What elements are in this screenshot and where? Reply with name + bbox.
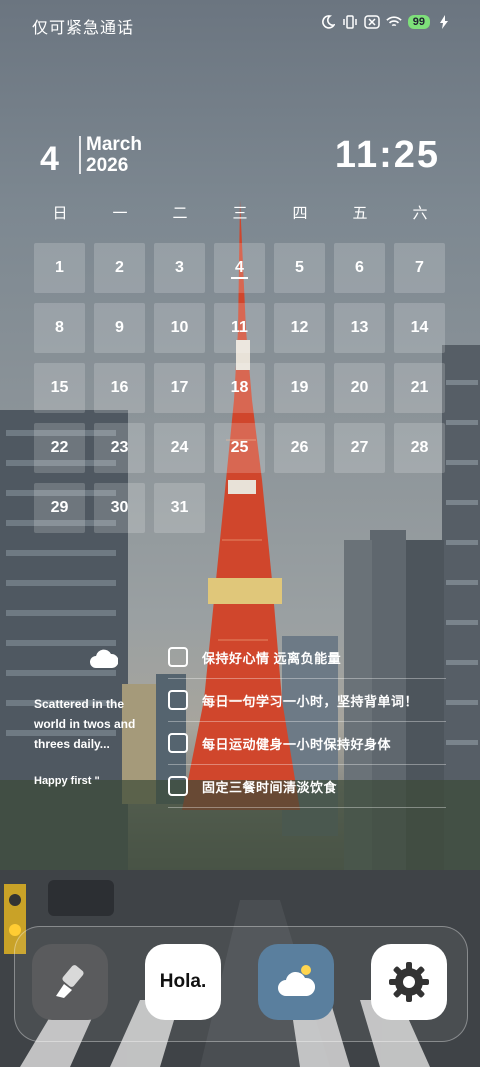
calendar-day[interactable]: 14 [394,303,445,353]
calendar-day[interactable]: 20 [334,363,385,413]
calendar-day[interactable]: 7 [394,243,445,293]
weather-app-button[interactable] [258,944,334,1020]
calendar-day[interactable]: 22 [34,423,85,473]
calendar-day[interactable]: 8 [34,303,85,353]
calendar-day[interactable]: 23 [94,423,145,473]
calendar-day[interactable]: 11 [214,303,265,353]
calendar-day[interactable]: 2 [94,243,145,293]
sim-off-icon [364,14,380,30]
weather-note-text: Scattered in the world in twos and three… [34,697,136,751]
todo-text: 每日一句学习一小时，坚持背单词！ [202,693,419,709]
settings-app-button[interactable] [371,944,447,1020]
date-day: 4 [40,140,59,178]
calendar-day[interactable]: 6 [334,243,385,293]
todo-item[interactable]: 固定三餐时间清淡饮食 [168,765,446,808]
weekday-label: 一 [112,205,128,222]
cloud-icon [88,646,119,675]
calendar-day[interactable]: 25 [214,423,265,473]
todo-checkbox[interactable] [168,776,188,796]
settings-gear-icon [389,962,429,1002]
moon-icon [320,14,336,30]
carrier-status-text: 仅可紧急通话 [32,20,135,37]
calendar-day[interactable]: 24 [154,423,205,473]
calendar-day[interactable]: 28 [394,423,445,473]
todo-item[interactable]: 每日运动健身一小时保持好身体 [168,722,446,765]
weather-icon [278,965,316,996]
calendar-day[interactable]: 31 [154,483,205,533]
calendar-day[interactable]: 27 [334,423,385,473]
weekday-label: 四 [292,205,308,222]
clock-time: 11:25 [334,134,440,176]
calendar-weekday-header: 日 一 二 三 四 五 六 [30,202,452,223]
battery-icon: 99 [407,15,430,29]
todo-checkbox[interactable] [168,690,188,710]
brush-icon [56,965,84,998]
calendar-day[interactable]: 10 [154,303,205,353]
todo-list: 保持好心情 远离负能量 每日一句学习一小时，坚持背单词！ 每日运动健身一小时保持… [168,636,446,808]
todo-text: 保持好心情 远离负能量 [202,650,342,666]
theme-brush-app-button[interactable] [32,944,108,1020]
weekday-label: 日 [52,205,68,222]
weekday-label: 五 [352,205,368,222]
todo-text: 固定三餐时间清淡饮食 [202,779,338,795]
weekday-label: 六 [412,205,428,222]
date-divider [79,136,81,174]
wifi-icon [386,14,402,30]
weather-footer-text: Happy first " [34,775,100,787]
calendar-day-today[interactable]: 4 [214,243,265,293]
calendar-day[interactable]: 12 [274,303,325,353]
calendar-day[interactable]: 30 [94,483,145,533]
hola-app-button[interactable]: Hola. [145,944,221,1020]
todo-checkbox[interactable] [168,733,188,753]
calendar-day[interactable]: 18 [214,363,265,413]
calendar-day[interactable]: 19 [274,363,325,413]
todo-text: 每日运动健身一小时保持好身体 [202,736,392,752]
calendar-day[interactable]: 9 [94,303,145,353]
status-bar: 仅可紧急通话 99 [0,0,480,48]
weekday-label: 二 [172,205,188,222]
todo-checkbox[interactable] [168,647,188,667]
vibrate-icon [342,14,358,30]
todo-item[interactable]: 保持好心情 远离负能量 [168,636,446,679]
calendar-day[interactable]: 5 [274,243,325,293]
date-month: March [86,134,142,155]
calendar-day[interactable]: 13 [334,303,385,353]
calendar-day[interactable]: 17 [154,363,205,413]
calendar-day[interactable]: 3 [154,243,205,293]
status-icons: 99 [320,14,452,30]
calendar-day[interactable]: 15 [34,363,85,413]
date-month-year: March 2026 [86,134,142,176]
calendar-day[interactable]: 21 [394,363,445,413]
weekday-label: 三 [232,205,248,222]
calendar-day[interactable]: 16 [94,363,145,413]
calendar-grid: 1 2 3 4 5 6 7 8 9 10 11 12 13 14 15 16 1… [34,243,445,533]
calendar-day[interactable]: 26 [274,423,325,473]
calendar-day[interactable]: 1 [34,243,85,293]
charging-icon [436,14,452,30]
calendar-day[interactable]: 29 [34,483,85,533]
date-year: 2026 [86,155,129,176]
todo-item[interactable]: 每日一句学习一小时，坚持背单词！ [168,679,446,722]
